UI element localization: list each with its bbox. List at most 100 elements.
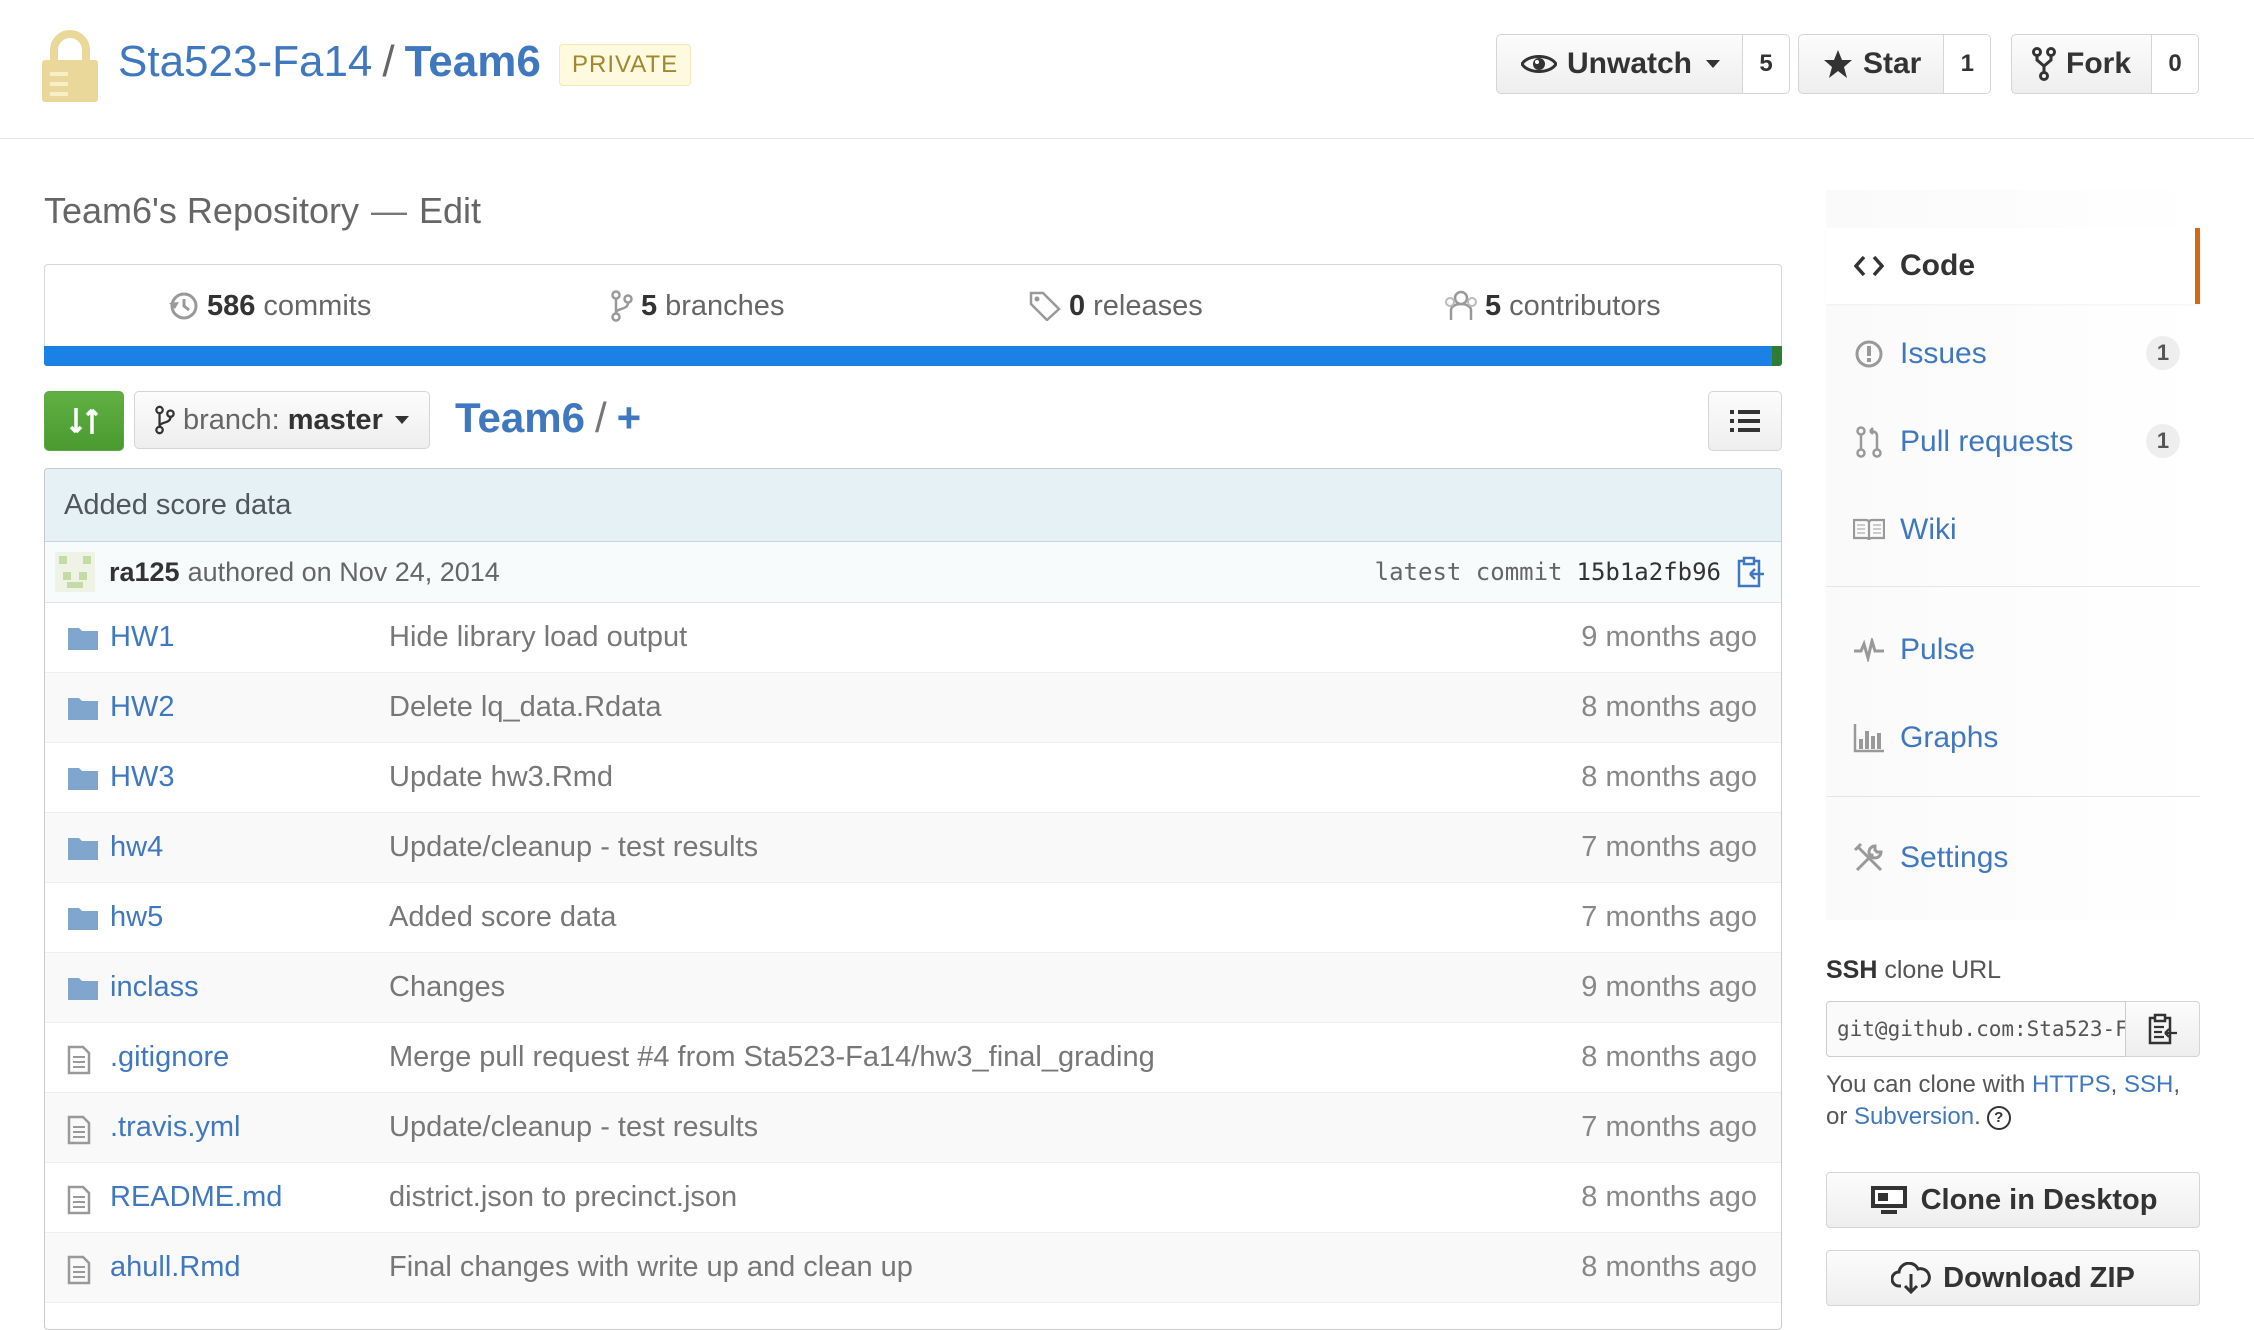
- nav-divider: [1826, 586, 2200, 587]
- nav-wiki[interactable]: Wiki: [1826, 492, 2200, 568]
- file-commit-message-link[interactable]: Merge pull request #4 from Sta523-Fa14/h…: [389, 1023, 1155, 1092]
- file-age: 8 months ago: [1581, 761, 1757, 793]
- file-commit-message-link[interactable]: Delete lq_data.Rdata: [389, 673, 661, 742]
- commit-sha-link[interactable]: 15b1a2fb96: [1577, 558, 1722, 586]
- branches-link[interactable]: 5 branches: [611, 265, 784, 347]
- file-age: 8 months ago: [1581, 691, 1757, 723]
- file-commit-message-link[interactable]: Hide library load output: [389, 603, 687, 672]
- folder-icon: [67, 835, 99, 861]
- file-name-link[interactable]: README.md: [110, 1163, 282, 1232]
- chevron-down-icon: [1706, 60, 1721, 68]
- unwatch-button[interactable]: Unwatch: [1496, 34, 1744, 94]
- chevron-down-icon: [394, 416, 409, 424]
- nav-pulls-label: Pull requests: [1900, 425, 2074, 458]
- pulse-icon: [1852, 638, 1886, 662]
- clone-https-link[interactable]: HTTPS: [2032, 1071, 2111, 1098]
- clone-desktop-label: Clone in Desktop: [1920, 1183, 2158, 1216]
- file-text-icon: [67, 1185, 91, 1215]
- book-icon: [1852, 518, 1886, 542]
- file-row: HW3 Update hw3.Rmd 8 months ago: [45, 743, 1781, 813]
- file-commit-message-link[interactable]: district.json to precinct.json: [389, 1163, 737, 1232]
- file-commit-message-link[interactable]: Final changes with write up and clean up: [389, 1233, 913, 1302]
- file-row: HW1 Hide library load output 9 months ago: [45, 603, 1781, 673]
- file-age: 8 months ago: [1581, 1251, 1757, 1283]
- clone-ssh-link[interactable]: SSH: [2124, 1071, 2173, 1098]
- breadcrumb-root-link[interactable]: Team6: [455, 394, 585, 441]
- copy-clone-url-button[interactable]: [2126, 1001, 2200, 1057]
- file-commit-message-link[interactable]: Changes: [389, 953, 505, 1022]
- clone-url-input[interactable]: git@github.com:Sta523-Fa14/Team6.git: [1826, 1001, 2126, 1057]
- file-text-icon: [67, 1115, 91, 1145]
- code-icon: [1852, 255, 1886, 277]
- repo-name-link[interactable]: Team6: [405, 37, 541, 86]
- clone-in-desktop-button[interactable]: Clone in Desktop: [1826, 1172, 2200, 1228]
- folder-icon: [67, 625, 99, 651]
- branch-select[interactable]: branch: master: [134, 391, 430, 449]
- file-age: 8 months ago: [1581, 1181, 1757, 1213]
- nav-pull-requests[interactable]: Pull requests 1: [1826, 404, 2200, 480]
- contributors-link[interactable]: 5 contributors: [1445, 265, 1661, 347]
- question-icon[interactable]: ?: [1986, 1105, 2011, 1130]
- file-row: README.md district.json to precinct.json 8…: [45, 1163, 1781, 1233]
- tag-icon: [1029, 291, 1061, 321]
- file-age: 7 months ago: [1581, 901, 1757, 933]
- contributors-label: contributors: [1509, 289, 1661, 322]
- file-age: 7 months ago: [1581, 1111, 1757, 1143]
- forks-count[interactable]: 0: [2152, 34, 2200, 94]
- fork-label: Fork: [2066, 47, 2132, 80]
- copy-sha-icon[interactable]: [1737, 556, 1765, 588]
- file-commit-message-link[interactable]: Update/cleanup - test results: [389, 1093, 758, 1162]
- list-view-button[interactable]: [1708, 391, 1782, 451]
- nav-code[interactable]: Code: [1826, 228, 2200, 304]
- cloud-download-icon: [1891, 1262, 1931, 1294]
- file-name-link[interactable]: .travis.yml: [110, 1093, 241, 1162]
- file-name-link[interactable]: hw5: [110, 883, 163, 952]
- title-separator: /: [382, 37, 395, 86]
- nav-settings[interactable]: Settings: [1826, 820, 2200, 896]
- list-icon: [1730, 409, 1760, 433]
- clone-help-period: .: [1974, 1103, 1981, 1130]
- tools-icon: [1852, 842, 1886, 874]
- stargazers-count[interactable]: 1: [1944, 34, 1992, 94]
- clone-subversion-link[interactable]: Subversion: [1854, 1103, 1974, 1130]
- nav-pulse[interactable]: Pulse: [1826, 612, 2200, 688]
- file-name-link[interactable]: HW3: [110, 743, 174, 812]
- file-name-link[interactable]: inclass: [110, 953, 199, 1022]
- compare-button[interactable]: [44, 391, 124, 451]
- nav-code-label: Code: [1900, 249, 1975, 282]
- download-zip-button[interactable]: Download ZIP: [1826, 1250, 2200, 1306]
- breadcrumb-separator: /: [594, 394, 607, 441]
- commit-author-link[interactable]: ra125: [109, 557, 180, 588]
- language-bar[interactable]: [44, 346, 1782, 366]
- star-button[interactable]: Star: [1798, 34, 1945, 94]
- file-commit-message-link[interactable]: Update/cleanup - test results: [389, 813, 758, 882]
- branch-prefix: branch:: [183, 403, 280, 436]
- file-name-link[interactable]: hw4: [110, 813, 163, 882]
- file-name-link[interactable]: .gitignore: [110, 1023, 229, 1092]
- fork-button[interactable]: Fork: [2011, 34, 2153, 94]
- file-commit-message-link[interactable]: Update hw3.Rmd: [389, 743, 613, 812]
- file-age: 9 months ago: [1581, 621, 1757, 653]
- releases-count: 0: [1069, 289, 1086, 322]
- lock-icon: [42, 30, 98, 102]
- clone-label-text: clone URL: [1884, 956, 2002, 984]
- fork-group: Fork 0: [2011, 34, 2200, 94]
- file-name-link[interactable]: HW1: [110, 603, 174, 672]
- new-file-button[interactable]: +: [617, 394, 642, 441]
- file-name-link[interactable]: ahull.Rmd: [110, 1233, 241, 1302]
- branch-icon: [155, 405, 175, 435]
- branch-name: master: [287, 403, 383, 436]
- nav-issues[interactable]: Issues 1: [1826, 316, 2200, 392]
- latest-commit-sha-group: latest commit 15b1a2fb96: [1375, 542, 1721, 602]
- avatar[interactable]: [55, 552, 95, 592]
- file-commit-message-link[interactable]: Added score data: [389, 883, 616, 952]
- nav-graphs[interactable]: Graphs: [1826, 700, 2200, 776]
- watchers-count[interactable]: 5: [1743, 34, 1791, 94]
- numbers-summary: 586 commits 5 branches 0 releases 5 cont…: [44, 264, 1782, 347]
- edit-description-link[interactable]: Edit: [419, 190, 481, 231]
- file-name-link[interactable]: HW2: [110, 673, 174, 742]
- repo-owner-link[interactable]: Sta523-Fa14: [118, 37, 372, 86]
- commits-link[interactable]: 586 commits: [169, 265, 371, 347]
- releases-link[interactable]: 0 releases: [1029, 265, 1203, 347]
- latest-commit-message[interactable]: Added score data: [45, 469, 1781, 542]
